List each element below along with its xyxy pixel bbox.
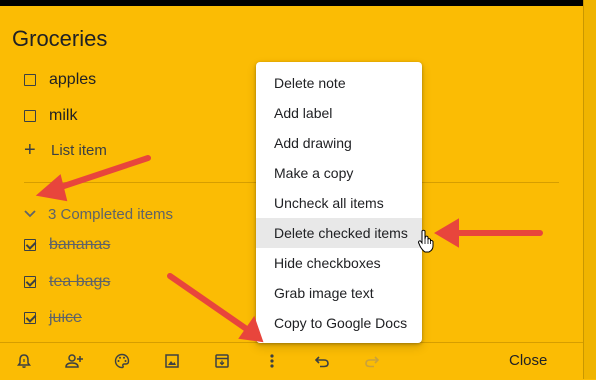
checkbox[interactable] [24,74,36,86]
remind-me-icon[interactable] [14,351,34,371]
menu-item-copy-to-docs[interactable]: Copy to Google Docs [256,308,422,338]
checkbox-checked[interactable] [24,312,36,324]
scrollbar-edge [583,0,596,379]
menu-item-uncheck-all[interactable]: Uncheck all items [256,188,422,218]
list-item-text[interactable]: milk [49,107,77,125]
checkbox[interactable] [24,110,36,122]
note-toolbar: Close [0,342,583,380]
plus-icon: + [24,139,36,161]
menu-item-add-drawing[interactable]: Add drawing [256,128,422,158]
add-list-item-placeholder[interactable]: List item [51,142,107,159]
menu-item-add-label[interactable]: Add label [256,98,422,128]
menu-item-hide-checkboxes[interactable]: Hide checkboxes [256,248,422,278]
archive-icon[interactable] [212,351,232,371]
menu-item-delete-note[interactable]: Delete note [256,68,422,98]
list-item[interactable]: milk [24,104,77,128]
undo-icon[interactable] [312,351,332,371]
completed-items-label[interactable]: 3 Completed items [48,206,173,223]
collaborator-icon[interactable] [64,351,84,371]
completed-list-item[interactable]: juice [24,306,82,330]
redo-icon[interactable] [362,351,382,371]
note-title[interactable]: Groceries [12,26,107,52]
list-item-text[interactable]: bananas [49,236,110,254]
menu-item-make-copy[interactable]: Make a copy [256,158,422,188]
chevron-down-icon[interactable] [24,207,36,221]
checkbox-checked[interactable] [24,276,36,288]
checkbox-checked[interactable] [24,239,36,251]
image-icon[interactable] [162,351,182,371]
completed-items-toggle[interactable]: 3 Completed items [24,202,173,226]
completed-list-item[interactable]: tea bags [24,270,110,294]
palette-icon[interactable] [112,351,132,371]
menu-item-grab-image-text[interactable]: Grab image text [256,278,422,308]
list-item-text[interactable]: tea bags [49,273,110,291]
list-item[interactable]: apples [24,68,96,92]
hand-cursor-icon [417,229,434,253]
close-button[interactable]: Close [509,352,547,369]
more-icon[interactable] [262,351,282,371]
list-item-text[interactable]: apples [49,71,96,89]
add-list-item[interactable]: + List item [24,138,107,162]
completed-list-item[interactable]: bananas [24,233,110,257]
more-options-menu: Delete note Add label Add drawing Make a… [256,62,422,343]
list-item-text[interactable]: juice [49,309,82,327]
menu-item-delete-checked[interactable]: Delete checked items [256,218,422,248]
